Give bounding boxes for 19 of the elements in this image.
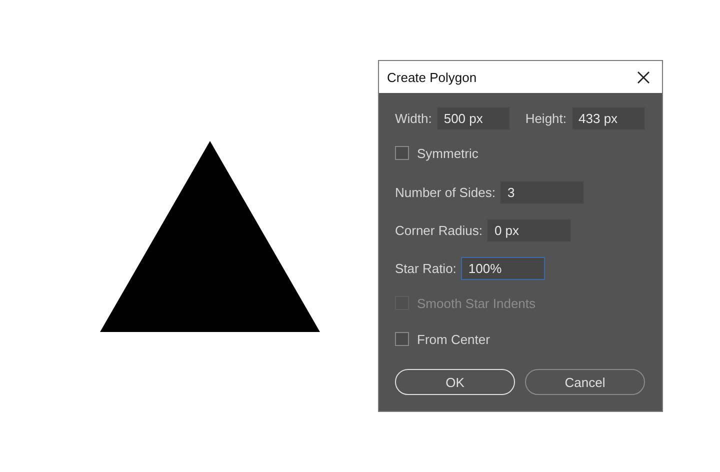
- dialog-button[interactable]: OK: [395, 369, 515, 395]
- close-icon[interactable]: [637, 70, 650, 84]
- field-label: Height:: [525, 111, 567, 126]
- dialog-button[interactable]: Cancel: [525, 369, 645, 395]
- field-label: Star Ratio:: [395, 261, 456, 276]
- field-label: Number of Sides:: [395, 185, 496, 200]
- field-label: Width:: [395, 111, 432, 126]
- input-field[interactable]: 500 px: [436, 107, 510, 130]
- checkbox[interactable]: [395, 332, 409, 346]
- window-title: Create Polygon: [387, 70, 477, 84]
- checkbox-label: Symmetric: [417, 146, 478, 160]
- field-label: Corner Radius:: [395, 223, 482, 238]
- checkbox-label: Smooth Star Indents: [417, 296, 536, 310]
- input-field[interactable]: 433 px: [572, 107, 645, 130]
- input-field[interactable]: 100%: [461, 257, 546, 280]
- checkbox-label: From Center: [417, 332, 490, 346]
- input-field[interactable]: 0 px: [487, 219, 572, 242]
- input-field[interactable]: 3: [500, 181, 584, 204]
- checkbox[interactable]: [395, 146, 409, 160]
